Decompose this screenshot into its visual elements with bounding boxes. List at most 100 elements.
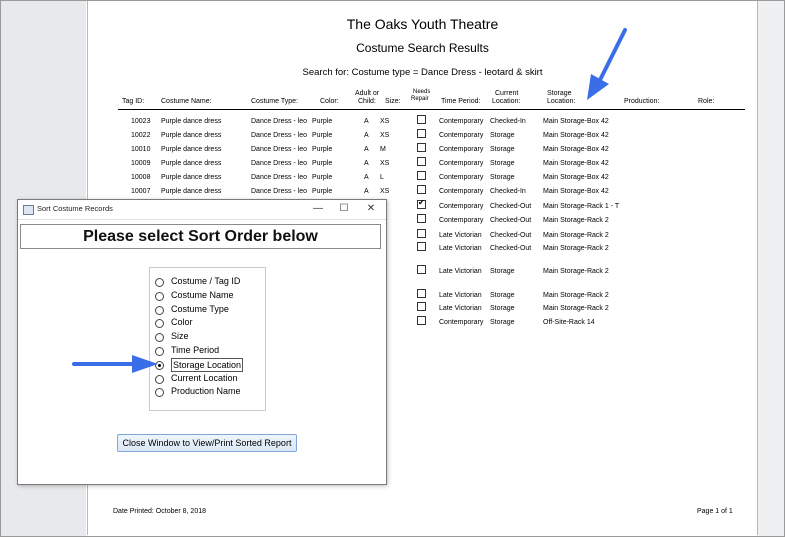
needs-repair-checkbox[interactable]	[417, 115, 426, 124]
cell-costume-name: Purple dance dress	[161, 160, 222, 167]
radio-button[interactable]	[155, 319, 164, 328]
cell-current-location: Storage	[490, 268, 515, 275]
cell-time-period: Contemporary	[439, 160, 484, 167]
cell-storage-location: Off-Site-Rack 14	[543, 319, 595, 326]
cell-current-location: Checked-Out	[490, 245, 532, 252]
needs-repair-checkbox[interactable]	[417, 129, 426, 138]
cell-current-location: Storage	[490, 305, 515, 312]
header-color: Color:	[320, 98, 339, 105]
sort-option-label[interactable]: Production Name	[171, 385, 241, 397]
radio-button[interactable]	[155, 333, 164, 342]
needs-repair-checkbox[interactable]	[417, 157, 426, 166]
needs-repair-checkbox[interactable]	[417, 265, 426, 274]
cell-costume-type: Dance Dress - leo	[251, 146, 308, 153]
cell-current-location: Storage	[490, 160, 515, 167]
radio-button[interactable]	[155, 388, 164, 397]
cell-size: XS	[380, 118, 390, 125]
cell-costume-type: Dance Dress - leo	[251, 174, 308, 181]
cell-color: Purple	[312, 118, 333, 125]
header-costume-type: Costume Type:	[251, 98, 298, 105]
cell-size: XS	[380, 132, 390, 139]
cell-time-period: Contemporary	[439, 319, 484, 326]
cell-color: Purple	[312, 174, 333, 181]
sort-option-label[interactable]: Storage Location	[171, 358, 244, 372]
needs-repair-checkbox[interactable]	[417, 198, 426, 209]
cell-storage-location: Main Storage-Box 42	[543, 132, 609, 139]
cell-current-location: Storage	[490, 292, 515, 299]
sort-option-label[interactable]: Costume Type	[171, 303, 229, 315]
cell-color: Purple	[312, 160, 333, 167]
maximize-icon[interactable]: ☐	[335, 202, 353, 216]
sort-option-label[interactable]: Current Location	[171, 372, 238, 384]
radio-button[interactable]	[155, 292, 164, 301]
dialog-title: Sort Costume Records	[37, 204, 113, 213]
sort-option-label[interactable]: Color	[171, 316, 193, 328]
cell-current-location: Checked-In	[490, 118, 526, 125]
cell-size: XS	[380, 160, 390, 167]
cell-adult-child: A	[364, 118, 369, 125]
cell-costume-name: Purple dance dress	[161, 174, 222, 181]
cell-tag-id: 10008	[131, 174, 151, 181]
dialog-titlebar[interactable]: Sort Costume Records — ☐ ✕	[18, 200, 386, 220]
needs-repair-checkbox[interactable]	[417, 302, 426, 311]
sort-option-label[interactable]: Time Period	[171, 344, 219, 356]
radio-button[interactable]	[155, 306, 164, 315]
cell-storage-location: Main Storage-Box 42	[543, 160, 609, 167]
annotation-arrow-storage-header	[587, 28, 627, 100]
cell-tag-id: 10010	[131, 146, 151, 153]
annotation-arrow-storage-option	[72, 355, 158, 373]
needs-repair-checkbox[interactable]	[417, 214, 426, 223]
page-number: Page 1 of 1	[697, 508, 733, 515]
cell-storage-location: Main Storage-Rack 2	[543, 245, 609, 252]
date-printed: Date Printed: October 8, 2018	[113, 508, 206, 515]
cell-storage-location: Main Storage-Rack 2	[543, 305, 609, 312]
cell-tag-id: 10009	[131, 160, 151, 167]
cell-costume-type: Dance Dress - leo	[251, 118, 308, 125]
cell-adult-child: A	[364, 160, 369, 167]
cell-storage-location: Main Storage-Rack 2	[543, 268, 609, 275]
needs-repair-checkbox[interactable]	[417, 171, 426, 180]
search-criteria: Search for: Costume type = Dance Dress -…	[302, 67, 543, 78]
sort-option-label[interactable]: Costume Name	[171, 289, 234, 301]
cell-time-period: Contemporary	[439, 188, 484, 195]
dialog-heading: Please select Sort Order below	[20, 224, 381, 249]
header-size: Size:	[385, 98, 401, 105]
sort-option-label[interactable]: Costume / Tag ID	[171, 275, 240, 287]
header-role: Role:	[698, 98, 715, 105]
cell-storage-location: Main Storage-Box 42	[543, 118, 609, 125]
cell-adult-child: A	[364, 174, 369, 181]
cell-storage-location: Main Storage-Rack 2	[543, 217, 609, 224]
needs-repair-checkbox[interactable]	[417, 229, 426, 238]
cell-adult-child: A	[364, 188, 369, 195]
needs-repair-checkbox[interactable]	[417, 316, 426, 325]
cell-color: Purple	[312, 132, 333, 139]
cell-time-period: Contemporary	[439, 174, 484, 181]
cell-storage-location: Main Storage-Box 42	[543, 146, 609, 153]
cell-current-location: Checked-Out	[490, 203, 532, 210]
report-subtitle: Costume Search Results	[356, 41, 489, 55]
close-window-button[interactable]: Close Window to View/Print Sorted Report	[117, 434, 297, 452]
cell-tag-id: 10007	[131, 188, 151, 195]
cell-current-location: Checked-Out	[490, 217, 532, 224]
needs-repair-checkbox[interactable]	[417, 143, 426, 152]
cell-size: XS	[380, 188, 390, 195]
cell-costume-type: Dance Dress - leo	[251, 160, 308, 167]
close-icon[interactable]: ✕	[362, 202, 380, 216]
minimize-icon[interactable]: —	[309, 202, 327, 216]
header-time-period: Time Period:	[441, 98, 481, 105]
header-costume-name: Costume Name:	[161, 98, 212, 105]
cell-time-period: Contemporary	[439, 146, 484, 153]
cell-costume-name: Purple dance dress	[161, 146, 222, 153]
needs-repair-checkbox[interactable]	[417, 242, 426, 251]
needs-repair-checkbox[interactable]	[417, 289, 426, 298]
cell-current-location: Storage	[490, 132, 515, 139]
cell-current-location: Checked-In	[490, 188, 526, 195]
cell-time-period: Contemporary	[439, 132, 484, 139]
sort-option-label[interactable]: Size	[171, 330, 189, 342]
radio-button[interactable]	[155, 278, 164, 287]
needs-repair-checkbox[interactable]	[417, 185, 426, 194]
right-margin-pane	[758, 1, 784, 536]
radio-button[interactable]	[155, 375, 164, 384]
cell-current-location: Storage	[490, 146, 515, 153]
cell-adult-child: A	[364, 132, 369, 139]
